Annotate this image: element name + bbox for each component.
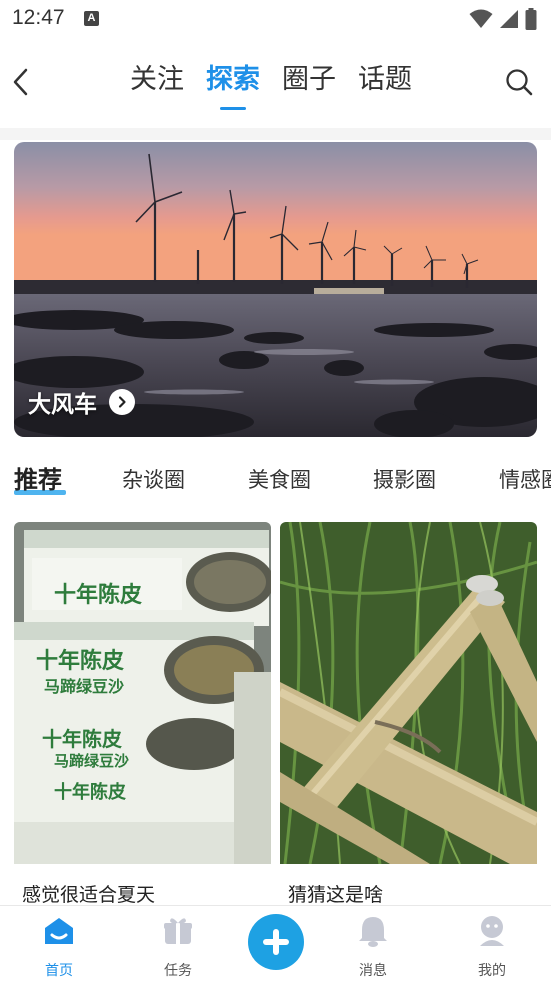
- category-tabs: 推荐 杂谈圈 美食圈 摄影圈 情感圈: [14, 462, 551, 502]
- cellular-signal-icon: [500, 10, 518, 28]
- nav-profile[interactable]: 我的: [452, 914, 532, 980]
- category-chat[interactable]: 杂谈圈: [122, 462, 185, 498]
- box-text: 十年陈皮: [36, 648, 124, 674]
- category-food[interactable]: 美食圈: [248, 462, 311, 498]
- banner-arrow-button[interactable]: [109, 389, 135, 415]
- nav-messages-label: 消息: [359, 963, 387, 979]
- home-icon: [45, 918, 73, 944]
- status-icons: [469, 8, 537, 30]
- post-card[interactable]: 猜猜这是啥: [280, 522, 537, 912]
- banner-title: 大风车: [28, 392, 97, 418]
- post-image: [280, 522, 537, 864]
- banner-label: 大风车: [28, 385, 135, 419]
- tab-circles[interactable]: 圈子: [282, 60, 336, 104]
- back-button[interactable]: [8, 64, 36, 100]
- status-time: 12:47: [12, 6, 65, 29]
- back-chevron-icon: [13, 68, 28, 96]
- plus-icon[interactable]: [248, 914, 304, 970]
- post-caption: 感觉很适合夏天: [22, 884, 156, 906]
- a-icon: A: [84, 11, 99, 26]
- nav-home[interactable]: 首页: [19, 914, 99, 980]
- bell-icon: [359, 917, 387, 947]
- post-caption: 猜猜这是啥: [288, 884, 384, 906]
- nav-profile-label: 我的: [478, 963, 506, 979]
- section-divider: [0, 128, 551, 140]
- featured-banner[interactable]: 大风车: [14, 142, 537, 437]
- tab-follow[interactable]: 关注: [130, 60, 184, 104]
- nav-home-label: 首页: [45, 963, 73, 979]
- box-text: 十年陈皮: [54, 781, 126, 803]
- top-tabs: 关注 探索 圈子 话题: [130, 60, 412, 110]
- tab-explore[interactable]: 探索: [206, 60, 260, 110]
- post-image: 十年陈皮 十年陈皮 马蹄绿豆沙 十年陈皮 马蹄绿豆沙 十年陈皮: [14, 522, 271, 864]
- profile-icon: [480, 916, 504, 946]
- battery-icon: [525, 8, 537, 30]
- status-bar: 12:47 A: [0, 0, 551, 40]
- chevron-right-icon: [118, 396, 126, 408]
- box-subtext: 马蹄绿豆沙: [44, 677, 124, 696]
- bottom-navigation: 首页 任务 消息 我的: [0, 905, 551, 981]
- category-emotion[interactable]: 情感圈: [499, 462, 551, 498]
- post-card[interactable]: 十年陈皮 十年陈皮 马蹄绿豆沙 十年陈皮 马蹄绿豆沙 十年陈皮 感觉很适合夏天: [14, 522, 271, 912]
- category-recommended[interactable]: 推荐: [14, 462, 62, 498]
- header: 关注 探索 圈子 话题: [0, 40, 551, 128]
- box-text: 十年陈皮: [54, 582, 142, 608]
- tab-topics[interactable]: 话题: [358, 60, 412, 104]
- category-photography[interactable]: 摄影圈: [373, 462, 436, 498]
- search-button[interactable]: [503, 66, 535, 98]
- nav-tasks[interactable]: 任务: [138, 914, 218, 980]
- wifi-icon: [469, 9, 493, 28]
- nav-messages[interactable]: 消息: [333, 914, 413, 980]
- gift-icon: [164, 918, 192, 944]
- box-text: 十年陈皮: [42, 727, 122, 751]
- box-subtext: 马蹄绿豆沙: [54, 752, 129, 770]
- search-icon: [506, 69, 533, 96]
- nav-tasks-label: 任务: [164, 963, 192, 979]
